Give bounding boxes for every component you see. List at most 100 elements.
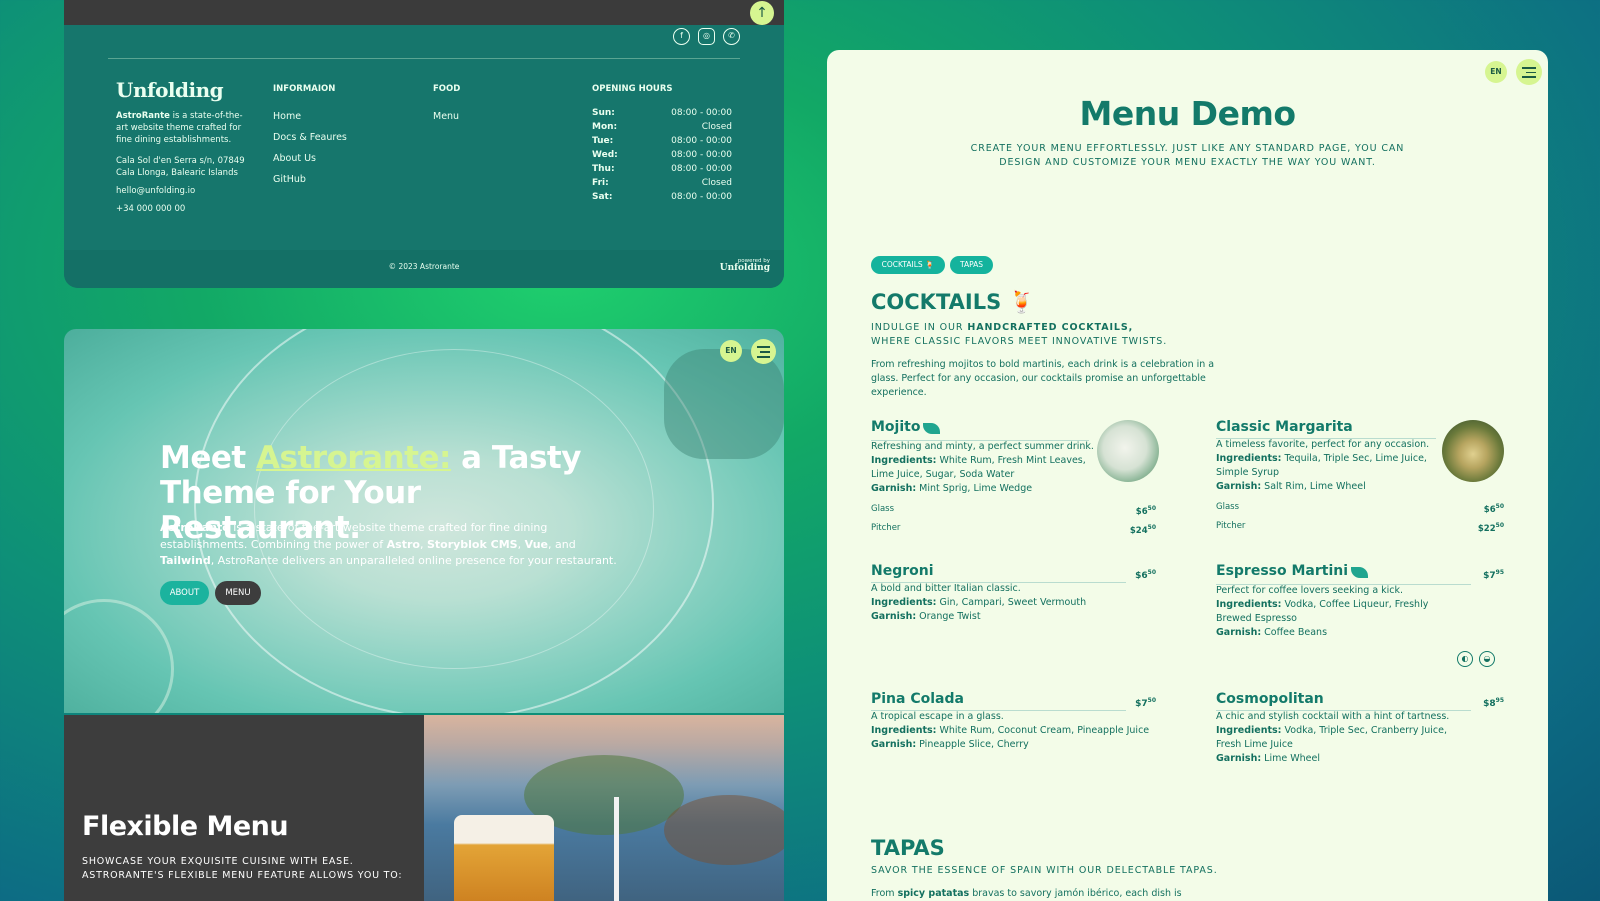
item-name: Classic Margarita xyxy=(1216,419,1353,435)
price-option: Glass $650 xyxy=(871,504,1156,517)
info-links: Home Docs & Feaures About Us GitHub xyxy=(273,106,347,190)
item-name: Negroni xyxy=(871,563,934,579)
item-garnish: Garnish: Salt Rim, Lime Wheel xyxy=(1216,481,1366,492)
hamburger-menu-icon[interactable] xyxy=(1516,59,1542,85)
menu-item-pina-colada: Pina Colada $750 A tropical escape in a … xyxy=(871,692,1156,752)
cocktails-description: From refreshing mojitos to bold martinis… xyxy=(871,359,1215,398)
item-ingredients: Ingredients: Gin, Campari, Sweet Vermout… xyxy=(871,597,1087,608)
hours-row: Tue: 08:00 - 00:00 xyxy=(592,136,732,146)
item-name: Cosmopolitan xyxy=(1216,691,1324,707)
copyright: © 2023 Astrorante xyxy=(388,262,460,271)
cocktails-subtitle: INDULGE IN OUR HANDCRAFTED COCKTAILS, WHE… xyxy=(871,322,1168,347)
item-ingredients: Ingredients: Vodka, Coffee Liqueur, Fres… xyxy=(1216,599,1429,624)
rock-decoration xyxy=(664,795,784,865)
item-name: Pina Colada xyxy=(871,691,964,707)
item-ingredients: Ingredients: White Rum, Fresh Mint Leave… xyxy=(871,455,1086,480)
item-desc: A tropical escape in a glass. xyxy=(871,711,1004,722)
item-name: Espresso Martini xyxy=(1216,563,1349,579)
hamburger-menu-icon[interactable] xyxy=(751,339,776,364)
price-option: Glass $650 xyxy=(1216,502,1504,515)
item-divider xyxy=(871,440,1089,441)
cocktail-glass-icon: ◒ xyxy=(1479,651,1495,667)
footer-bottom: © 2023 Astrorante powered by Unfolding xyxy=(64,250,784,288)
link-menu[interactable]: Menu xyxy=(433,106,459,127)
language-switch[interactable]: EN xyxy=(1485,61,1507,83)
food-heading: FOOD xyxy=(433,84,461,94)
page-title: Menu Demo xyxy=(1079,94,1296,133)
tab-tapas[interactable]: TAPAS xyxy=(950,256,993,274)
item-name: Mojito xyxy=(871,419,921,435)
flexible-menu-title: Flexible Menu xyxy=(82,811,289,842)
menu-item-cosmopolitan: Cosmopolitan $895 A chic and stylish coc… xyxy=(1216,692,1504,766)
hero-description: AstroRante is a state-of-the-art website… xyxy=(160,521,617,567)
footer-logo[interactable]: Unfolding xyxy=(116,78,224,102)
footer-about: AstroRante is a state-of-the-art website… xyxy=(116,110,251,146)
menu-button[interactable]: MENU xyxy=(215,581,261,605)
item-price: $895 xyxy=(1483,697,1504,709)
info-heading: INFORMAION xyxy=(273,84,336,94)
powered-by[interactable]: powered by Unfolding xyxy=(720,258,770,273)
item-price: $650 xyxy=(1135,569,1156,581)
menu-item-espresso-martini: Espresso Martini $795 Perfect for coffee… xyxy=(1216,564,1504,640)
menu-item-negroni: Negroni $650 A bold and bitter Italian c… xyxy=(871,564,1156,624)
price-option: Pitcher $2450 xyxy=(871,522,1156,536)
tapas-subtitle: SAVOR THE ESSENCE OF SPAIN WITH OUR DELE… xyxy=(871,865,1218,876)
opening-hours: Sun: 08:00 - 00:00 Mon: Closed Tue: 08:00 -… xyxy=(592,106,732,204)
scroll-top-icon[interactable]: ↑ xyxy=(750,1,774,25)
beer-glass xyxy=(454,815,554,901)
footer-topbar xyxy=(64,0,784,25)
tapas-title: TAPAS xyxy=(871,836,945,860)
instagram-icon[interactable]: ◎ xyxy=(698,28,715,45)
footer-divider xyxy=(108,58,740,59)
food-links: Menu xyxy=(433,106,459,127)
item-options: Glass $650 Pitcher $2250 xyxy=(1216,500,1504,536)
link-docs[interactable]: Docs & Feaures xyxy=(273,127,347,148)
hours-row: Wed: 08:00 - 00:00 xyxy=(592,150,732,160)
hours-row: Sat: 08:00 - 00:00 xyxy=(592,192,732,202)
hours-row: Thu: 08:00 - 00:00 xyxy=(592,164,732,174)
item-price: $750 xyxy=(1135,697,1156,709)
footer-address: Cala Sol d'en Serra s/n, 07849 Cala Llon… xyxy=(116,156,245,178)
footer-phone[interactable]: +34 000 000 00 xyxy=(116,204,185,214)
item-ingredients: Ingredients: Tequila, Triple Sec, Lime J… xyxy=(1216,453,1427,478)
link-github[interactable]: GitHub xyxy=(273,169,347,190)
skewer-decoration xyxy=(614,797,619,901)
tapas-description: From spicy patatas bravas to savory jamó… xyxy=(871,888,1182,899)
language-switch[interactable]: EN xyxy=(720,340,742,362)
footer-email[interactable]: hello@unfolding.io xyxy=(116,186,195,196)
item-garnish: Garnish: Coffee Beans xyxy=(1216,627,1328,638)
hours-heading: OPENING HOURS xyxy=(592,84,673,94)
beer-glass-icon: ◐ xyxy=(1457,651,1473,667)
item-divider xyxy=(1216,584,1471,585)
whatsapp-icon[interactable]: ✆ xyxy=(723,28,740,45)
about-button[interactable]: ABOUT xyxy=(160,581,209,605)
item-garnish: Garnish: Mint Sprig, Lime Wedge xyxy=(871,483,1033,494)
cocktails-title: COCKTAILS 🍹 xyxy=(871,290,1035,314)
item-options: Glass $650 Pitcher $2450 xyxy=(871,502,1156,538)
hours-row: Fri: Closed xyxy=(592,178,732,188)
hero-brand-link[interactable]: Astrorante: xyxy=(256,440,451,476)
about-brand: AstroRante xyxy=(116,111,170,121)
beer-photo xyxy=(424,715,784,901)
flexible-menu-subtitle: SHOWCASE YOUR EXQUISITE CUISINE WITH EAS… xyxy=(82,856,403,881)
item-desc: A chic and stylish cocktail with a hint … xyxy=(1216,711,1450,722)
footer-card: ↑ f ◎ ✆ Unfolding AstroRante is a state-… xyxy=(64,0,784,288)
item-ingredients: Ingredients: White Rum, Coconut Cream, P… xyxy=(871,725,1150,736)
hours-row: Mon: Closed xyxy=(592,122,732,132)
organic-icon xyxy=(1351,567,1369,578)
facebook-icon[interactable]: f xyxy=(673,28,690,45)
item-garnish: Garnish: Orange Twist xyxy=(871,611,981,622)
mojito-image xyxy=(1097,420,1159,482)
item-desc: A bold and bitter Italian classic. xyxy=(871,583,1021,594)
tab-cocktails[interactable]: COCKTAILS 🍹 xyxy=(871,256,945,274)
margarita-image xyxy=(1442,420,1504,482)
item-divider xyxy=(871,582,1126,583)
item-divider xyxy=(871,710,1126,711)
link-about[interactable]: About Us xyxy=(273,148,347,169)
item-garnish: Garnish: Pineapple Slice, Cherry xyxy=(871,739,1029,750)
item-garnish: Garnish: Lime Wheel xyxy=(1216,753,1320,764)
menu-demo-card: EN Menu Demo CREATE YOUR MENU EFFORTLESS… xyxy=(827,50,1548,901)
item-divider xyxy=(1216,710,1471,711)
item-divider xyxy=(1216,438,1436,439)
link-home[interactable]: Home xyxy=(273,106,347,127)
